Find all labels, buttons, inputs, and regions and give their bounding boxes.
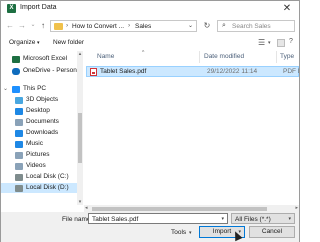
sidebar-item-desktop[interactable]: Desktop [1,106,81,116]
search-placeholder: Search Sales [232,22,271,30]
tools-menu[interactable]: Tools [171,229,186,236]
downloads-icon [15,129,23,137]
3d-objects-icon [15,96,23,104]
view-options-icon[interactable]: ☰ [258,38,265,47]
sidebar-item-documents[interactable]: Documents [1,117,81,127]
sidebar-item-label: Videos [26,162,46,169]
file-name-value: Tablet Sales.pdf [92,215,139,223]
pc-icon [12,85,20,93]
import-data-dialog: X Import Data ✕ ← → ⌄ ↑ › How to Convert… [0,0,300,242]
breadcrumb-separator-icon: › [66,22,69,29]
sidebar-item-label: This PC [23,85,47,92]
scroll-left-icon[interactable]: ◂ [85,205,88,212]
sidebar-item-label: Music [26,140,43,147]
sidebar-item-this-pc[interactable]: ⌄ This PC [1,84,81,94]
file-type: PDF Document [283,68,299,75]
title-bar: X Import Data ✕ [1,1,299,17]
excel-app-icon: X [7,4,16,13]
import-button-label: Import [212,228,232,235]
address-dropdown-icon[interactable]: ⌄ [188,22,193,29]
column-header-date-modified[interactable]: Date modified [204,53,244,60]
sidebar-item-label: OneDrive - Person [23,67,77,74]
sidebar-item-microsoft-excel[interactable]: Microsoft Excel [1,54,81,64]
up-arrow-icon[interactable]: ↑ [38,20,48,31]
excel-icon [12,55,20,63]
window-title: Import Data [20,4,57,11]
sidebar-item-label: Desktop [26,107,50,114]
file-list-horizontal-scrollbar[interactable]: ◂ ▸ [84,205,299,212]
sidebar-item-label: Local Disk (C:) [26,173,69,180]
disk-icon [15,173,23,181]
breadcrumb-item-current[interactable]: Sales [135,23,151,30]
file-list: Name ^ Date modified Type Tablet Sales.p… [84,50,299,205]
sidebar-item-label: Pictures [26,151,50,158]
sidebar-item-3d-objects[interactable]: 3D Objects [1,95,81,105]
forward-arrow-icon[interactable]: → [17,20,27,31]
sidebar-item-onedrive[interactable]: OneDrive - Person [1,66,81,76]
search-box[interactable]: ⌕ Search Sales [217,20,295,32]
view-dropdown-icon[interactable]: ▾ [268,40,271,46]
sidebar-item-local-disk-c[interactable]: Local Disk (C:) [1,172,81,182]
sidebar-item-label: 3D Objects [26,96,59,103]
disk-icon [15,184,23,192]
sidebar-item-local-disk-d[interactable]: Local Disk (D:) [1,183,81,193]
preview-pane-icon[interactable] [277,39,285,47]
videos-icon [15,162,23,170]
sidebar-item-label: Downloads [26,129,59,136]
breadcrumb-separator-icon: › [128,22,131,29]
documents-icon [15,118,23,126]
sidebar-item-label: Local Disk (D:) [26,184,69,191]
dialog-footer: File name: Tablet Sales.pdf ▾ All Files … [1,212,299,242]
pictures-icon [15,151,23,159]
command-bar: Organize ▾ New folder ☰ ▾ ? [1,36,299,50]
back-arrow-icon[interactable]: ← [5,20,15,31]
address-row: ← → ⌄ ↑ › How to Convert ... › Sales ⌄ ↻… [1,17,299,35]
sidebar-item-downloads[interactable]: Downloads [1,128,81,138]
scrollbar-thumb[interactable] [78,113,82,163]
close-icon[interactable]: ✕ [281,2,293,15]
column-divider[interactable] [276,51,277,63]
sidebar-item-videos[interactable]: Videos [1,161,81,171]
file-date-modified: 29/12/2022 11:14 [207,68,258,75]
scroll-up-icon[interactable]: ▴ [77,51,83,57]
scrollbar-thumb[interactable] [92,206,267,211]
sidebar-item-label: Microsoft Excel [23,55,68,62]
file-name: Tablet Sales.pdf [100,68,147,75]
pdf-file-icon [90,68,97,76]
column-header-type[interactable]: Type [280,53,294,60]
music-icon [15,140,23,148]
cancel-button[interactable]: Cancel [249,226,295,238]
column-divider[interactable] [199,51,200,63]
sidebar-item-music[interactable]: Music [1,139,81,149]
sort-indicator-icon: ^ [142,50,145,56]
scroll-down-icon[interactable]: ▾ [77,199,83,205]
desktop-icon [15,107,23,115]
breadcrumb-item[interactable]: How to Convert ... [72,23,124,30]
column-header-name[interactable]: Name [97,53,114,60]
organize-menu[interactable]: Organize [9,39,35,46]
address-bar[interactable]: › How to Convert ... › Sales ⌄ [50,20,197,32]
sidebar-item-pictures[interactable]: Pictures [1,150,81,160]
file-type-filter-value: All Files (*.*) [235,215,271,223]
sidebar-item-label: Documents [26,118,59,125]
file-row[interactable]: Tablet Sales.pdf 29/12/2022 11:14 PDF Do… [86,66,299,77]
help-icon[interactable]: ? [289,38,293,45]
tools-dropdown-icon[interactable]: ▾ [189,230,192,236]
file-name-dropdown-icon[interactable]: ▾ [221,216,224,222]
file-type-filter[interactable]: All Files (*.*) ▾ [231,213,295,224]
sidebar-scrollbar[interactable]: ▴ ▾ [77,51,83,205]
search-icon: ⌕ [222,22,226,29]
refresh-icon[interactable]: ↻ [201,20,213,32]
navigation-pane: Microsoft Excel OneDrive - Person ⌄ This… [1,51,83,205]
new-folder-button[interactable]: New folder [53,39,84,46]
folder-icon [54,23,63,30]
recent-locations-chevron-icon[interactable]: ⌄ [28,20,38,31]
file-name-input[interactable]: Tablet Sales.pdf ▾ [88,213,228,224]
organize-dropdown-icon[interactable]: ▾ [37,40,40,46]
onedrive-icon [12,67,20,75]
expand-chevron-icon[interactable]: ⌄ [3,84,8,94]
scroll-right-icon[interactable]: ▸ [295,205,298,212]
file-type-dropdown-icon[interactable]: ▾ [288,216,291,222]
